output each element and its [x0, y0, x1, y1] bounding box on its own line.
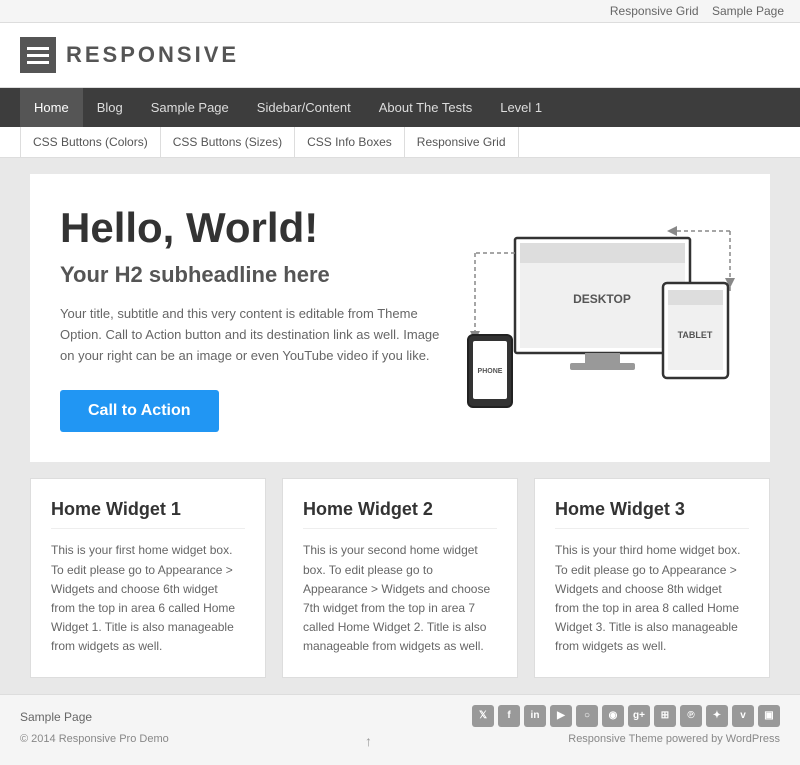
main-nav: Home Blog Sample Page Sidebar/Content Ab…	[0, 88, 800, 127]
subnav-css-buttons-colors[interactable]: CSS Buttons (Colors)	[20, 127, 161, 157]
hero-text: Hello, World! Your H2 subheadline here Y…	[60, 204, 440, 432]
logo-icon	[20, 37, 56, 73]
nav-item-blog[interactable]: Blog	[83, 88, 137, 127]
top-bar: Responsive Grid Sample Page	[0, 0, 800, 23]
site-logo: RESPONSIVE	[20, 37, 239, 73]
svg-text:TABLET: TABLET	[678, 330, 713, 340]
widget-1-title: Home Widget 1	[51, 499, 245, 529]
widget-3-text: This is your third home widget box. To e…	[555, 541, 749, 656]
footer-icon-p[interactable]: ℗	[680, 705, 702, 727]
widget-box-3: Home Widget 3 This is your third home wi…	[534, 478, 770, 677]
desktop-label: DESKTOP	[573, 292, 631, 306]
sub-nav: CSS Buttons (Colors) CSS Buttons (Sizes)…	[0, 127, 800, 158]
copyright-text: © 2014 Responsive Pro Demo	[20, 733, 169, 749]
hero-image: DESKTOP TABLET PHONE	[460, 223, 740, 413]
footer-icon-star[interactable]: ✦	[706, 705, 728, 727]
cta-button[interactable]: Call to Action	[60, 390, 219, 432]
nav-item-sample[interactable]: Sample Page	[137, 88, 243, 127]
widget-box-2: Home Widget 2 This is your second home w…	[282, 478, 518, 677]
footer-icon-wp[interactable]: ⊞	[654, 705, 676, 727]
nav-item-sidebar[interactable]: Sidebar/Content	[243, 88, 365, 127]
footer-inner: Sample Page 𝕏 f in ▶ ○ ◉ g+ ⊞ ℗ ✦ v ▣	[20, 705, 780, 727]
footer-icon-gplus[interactable]: g+	[628, 705, 650, 727]
topbar-link-sample[interactable]: Sample Page	[712, 4, 784, 18]
powered-by-text: Responsive Theme powered by WordPress	[568, 733, 780, 749]
site-header: RESPONSIVE	[0, 23, 800, 88]
footer-icon-v[interactable]: v	[732, 705, 754, 727]
hero-section: Hello, World! Your H2 subheadline here Y…	[30, 174, 770, 462]
nav-item-home[interactable]: Home	[20, 88, 83, 127]
subnav-responsive-grid[interactable]: Responsive Grid	[405, 127, 519, 157]
footer-icon-twitter[interactable]: 𝕏	[472, 705, 494, 727]
subnav-css-info-boxes[interactable]: CSS Info Boxes	[295, 127, 405, 157]
widgets-row: Home Widget 1 This is your first home wi…	[30, 478, 770, 677]
arrow-up-icon[interactable]: ↑	[365, 733, 372, 749]
site-title: RESPONSIVE	[66, 42, 239, 68]
site-footer: Sample Page 𝕏 f in ▶ ○ ◉ g+ ⊞ ℗ ✦ v ▣ © …	[0, 694, 800, 765]
hero-h1: Hello, World!	[60, 204, 440, 252]
footer-links: Sample Page	[20, 708, 92, 724]
footer-icon-facebook[interactable]: f	[498, 705, 520, 727]
footer-icons: 𝕏 f in ▶ ○ ◉ g+ ⊞ ℗ ✦ v ▣	[472, 705, 780, 727]
footer-icon-youtube[interactable]: ▶	[550, 705, 572, 727]
subnav-css-buttons-sizes[interactable]: CSS Buttons (Sizes)	[161, 127, 295, 157]
footer-icon-rss[interactable]: ◉	[602, 705, 624, 727]
widget-2-text: This is your second home widget box. To …	[303, 541, 497, 656]
footer-copy: © 2014 Responsive Pro Demo ↑ Responsive …	[20, 733, 780, 755]
nav-item-about[interactable]: About The Tests	[365, 88, 486, 127]
device-mockup-svg: DESKTOP TABLET PHONE	[465, 223, 735, 413]
widget-3-title: Home Widget 3	[555, 499, 749, 529]
widget-2-title: Home Widget 2	[303, 499, 497, 529]
nav-item-level1[interactable]: Level 1	[486, 88, 556, 127]
footer-link-sample[interactable]: Sample Page	[20, 710, 92, 724]
footer-icon-vi[interactable]: ▣	[758, 705, 780, 727]
hero-description: Your title, subtitle and this very conte…	[60, 304, 440, 366]
footer-icon-circle[interactable]: ○	[576, 705, 598, 727]
widget-1-text: This is your first home widget box. To e…	[51, 541, 245, 656]
widget-box-1: Home Widget 1 This is your first home wi…	[30, 478, 266, 677]
topbar-link-grid[interactable]: Responsive Grid	[610, 4, 699, 18]
svg-text:PHONE: PHONE	[478, 368, 503, 375]
content-wrapper: Hello, World! Your H2 subheadline here Y…	[20, 174, 780, 678]
footer-icon-linkedin[interactable]: in	[524, 705, 546, 727]
hero-h2: Your H2 subheadline here	[60, 262, 440, 288]
